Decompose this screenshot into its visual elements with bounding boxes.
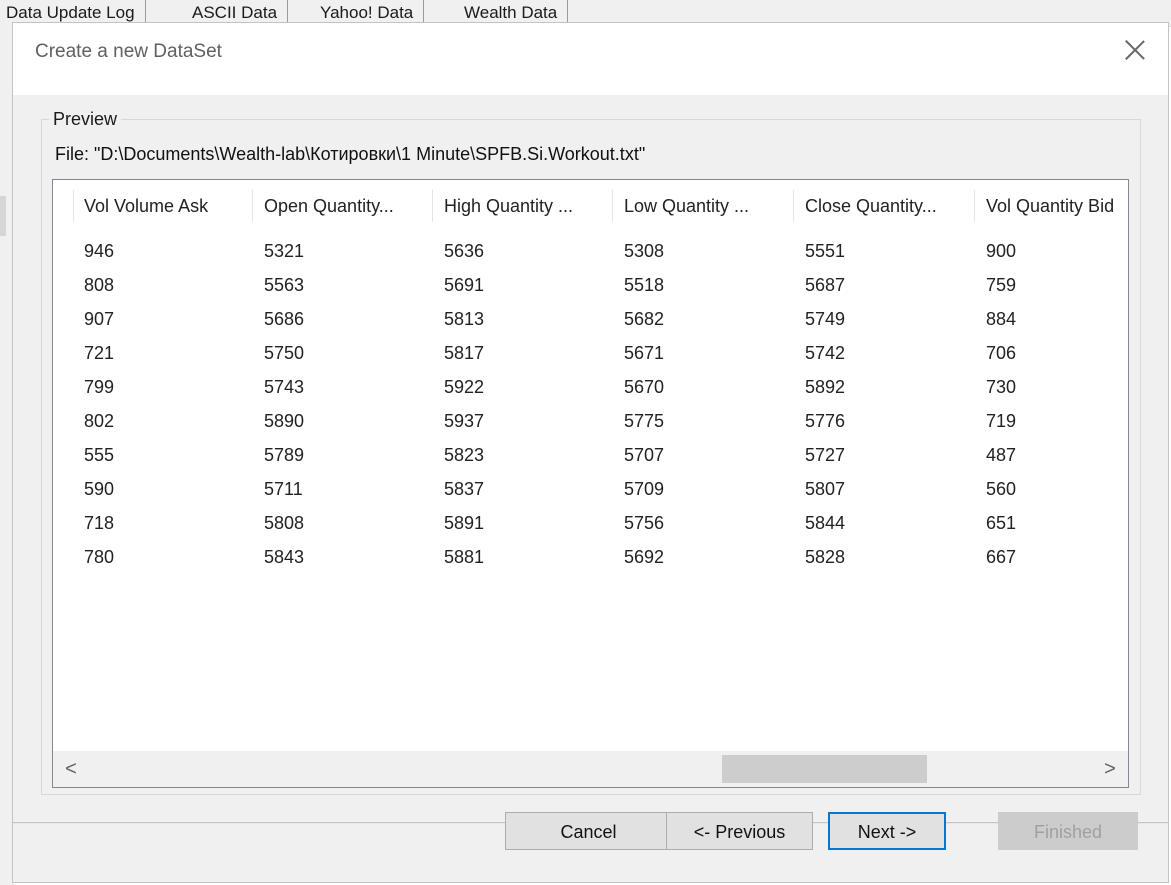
table-cell: 5563 <box>264 275 305 295</box>
table-cell: 5707 <box>624 445 665 465</box>
finished-button: Finished <box>998 812 1138 850</box>
table-cell: 5807 <box>805 479 846 499</box>
table-cell: 5813 <box>444 309 485 329</box>
dialog-titlebar: Create a new DataSet <box>13 23 1168 95</box>
column-header-high-quantity[interactable]: High Quantity ... <box>433 190 613 222</box>
table-cell: 5922 <box>444 377 485 397</box>
table-cell: 719 <box>986 411 1017 431</box>
table-cell: 718 <box>84 513 115 533</box>
table-cell: 5891 <box>444 513 485 533</box>
table-row[interactable]: 718 5808 5891 5756 5844 651 <box>53 506 1128 540</box>
table-cell: 5890 <box>264 411 305 431</box>
table-row[interactable]: 555 5789 5823 5707 5727 487 <box>53 438 1128 472</box>
table-cell: 555 <box>84 445 115 465</box>
table-row[interactable]: 907 5686 5813 5682 5749 884 <box>53 302 1128 336</box>
preview-list[interactable]: Vol Volume Ask Open Quantity... High Qua… <box>52 179 1129 788</box>
table-cell: 884 <box>986 309 1017 329</box>
table-cell: 946 <box>84 241 115 261</box>
table-cell: 900 <box>986 241 1017 261</box>
table-cell: 5670 <box>624 377 665 397</box>
table-cell: 5750 <box>264 343 305 363</box>
preview-group-label: Preview <box>49 109 122 130</box>
table-cell: 5881 <box>444 547 485 567</box>
table-cell: 802 <box>84 411 115 431</box>
table-cell: 5709 <box>624 479 665 499</box>
table-row[interactable]: 808 5563 5691 5518 5687 759 <box>53 268 1128 302</box>
table-cell: 5308 <box>624 241 665 261</box>
scrollbar-thumb[interactable] <box>722 755 927 783</box>
file-path-label: File: "D:\Documents\Wealth-lab\Котировки… <box>55 144 646 164</box>
table-cell: 730 <box>986 377 1017 397</box>
table-cell: 5892 <box>805 377 846 397</box>
table-cell: 5828 <box>805 547 846 567</box>
table-cell: 721 <box>84 343 115 363</box>
scroll-left-arrow-icon[interactable]: < <box>53 751 89 787</box>
table-row[interactable]: 590 5711 5837 5709 5807 560 <box>53 472 1128 506</box>
column-header-close-quantity[interactable]: Close Quantity... <box>794 190 975 222</box>
table-cell: 759 <box>986 275 1017 295</box>
create-dataset-dialog: Create a new DataSet Preview File: "D:\D… <box>12 22 1169 883</box>
table-cell: 5711 <box>264 479 303 499</box>
table-cell: 5823 <box>444 445 485 465</box>
table-cell: 5682 <box>624 309 665 329</box>
table-cell: 5321 <box>264 241 305 261</box>
next-button[interactable]: Next -> <box>828 812 946 850</box>
table-cell: 706 <box>986 343 1017 363</box>
table-cell: 5518 <box>624 275 665 295</box>
table-cell: 5551 <box>805 241 846 261</box>
table-cell: 487 <box>986 445 1017 465</box>
header-spacer <box>53 190 74 222</box>
cancel-button[interactable]: Cancel <box>505 812 672 850</box>
table-row[interactable]: 721 5750 5817 5671 5742 706 <box>53 336 1128 370</box>
table-cell: 5817 <box>444 343 485 363</box>
column-header-vol-quantity-bid[interactable]: Vol Quantity Bid <box>975 190 1128 222</box>
column-header-low-quantity[interactable]: Low Quantity ... <box>613 190 794 222</box>
table-cell: 5743 <box>264 377 305 397</box>
table-cell: 590 <box>84 479 115 499</box>
table-cell: 651 <box>986 513 1017 533</box>
table-cell: 5789 <box>264 445 305 465</box>
table-cell: 5843 <box>264 547 305 567</box>
table-cell: 5775 <box>624 411 665 431</box>
table-cell: 5844 <box>805 513 846 533</box>
column-header-open-quantity[interactable]: Open Quantity... <box>253 190 433 222</box>
table-cell: 5742 <box>805 343 846 363</box>
column-header-vol-volume-ask[interactable]: Vol Volume Ask <box>73 190 253 222</box>
close-icon[interactable] <box>1122 37 1148 63</box>
table-row[interactable]: 802 5890 5937 5775 5776 719 <box>53 404 1128 438</box>
table-cell: 5808 <box>264 513 305 533</box>
table-cell: 5776 <box>805 411 846 431</box>
table-row[interactable]: 799 5743 5922 5670 5892 730 <box>53 370 1128 404</box>
table-cell: 5636 <box>444 241 485 261</box>
dialog-title: Create a new DataSet <box>35 41 222 62</box>
previous-button[interactable]: <- Previous <box>666 812 813 850</box>
table-cell: 5756 <box>624 513 665 533</box>
table-cell: 5727 <box>805 445 846 465</box>
list-header: Vol Volume Ask Open Quantity... High Qua… <box>53 180 1128 230</box>
table-cell: 560 <box>986 479 1017 499</box>
table-cell: 5687 <box>805 275 846 295</box>
table-cell: 667 <box>986 547 1017 567</box>
horizontal-scrollbar[interactable]: < > <box>53 751 1128 787</box>
table-row[interactable]: 946 5321 5636 5308 5551 900 <box>53 234 1128 268</box>
table-cell: 5749 <box>805 309 846 329</box>
table-cell: 5691 <box>444 275 485 295</box>
table-cell: 5686 <box>264 309 305 329</box>
table-cell: 808 <box>84 275 115 295</box>
table-cell: 5837 <box>444 479 485 499</box>
table-cell: 799 <box>84 377 115 397</box>
table-row[interactable]: 780 5843 5881 5692 5828 667 <box>53 540 1128 574</box>
table-cell: 5671 <box>624 343 665 363</box>
table-cell: 907 <box>84 309 115 329</box>
scroll-right-arrow-icon[interactable]: > <box>1092 751 1128 787</box>
table-cell: 5937 <box>444 411 485 431</box>
table-cell: 5692 <box>624 547 665 567</box>
table-cell: 780 <box>84 547 115 567</box>
